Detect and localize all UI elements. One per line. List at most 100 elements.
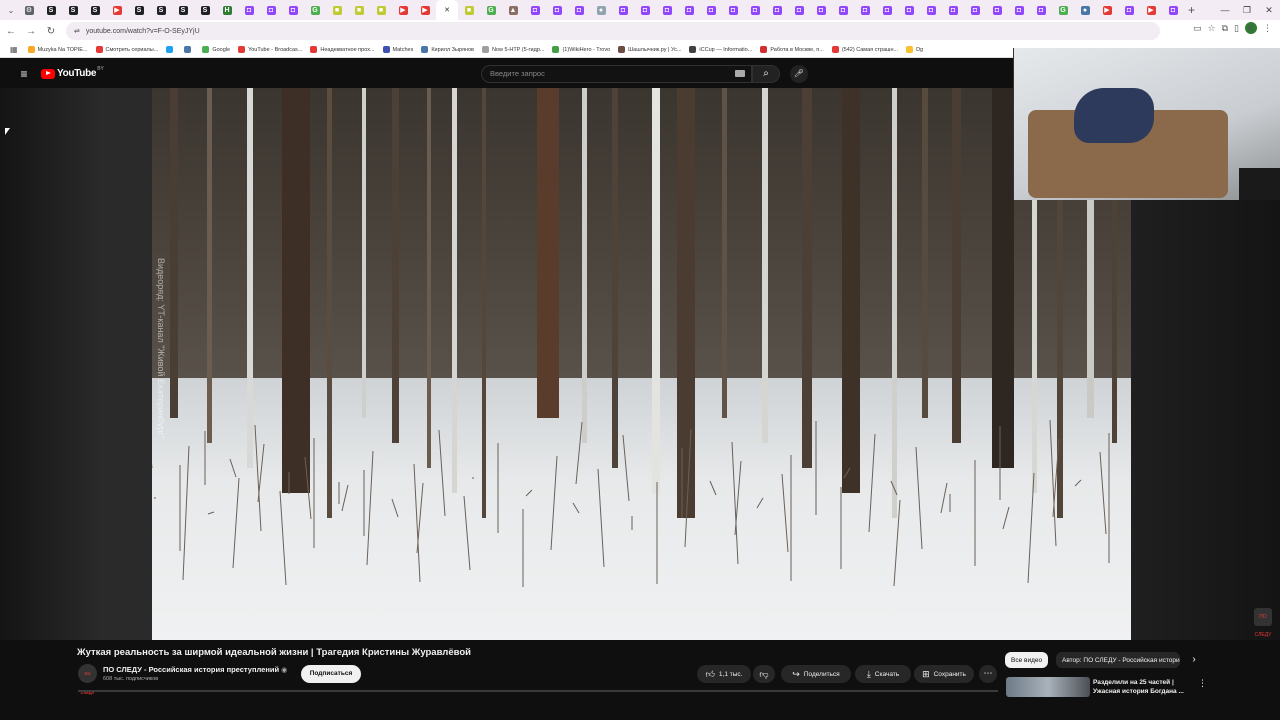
browser-tab[interactable]: ◘ — [260, 0, 282, 20]
dislike-button[interactable]: 👎︎ — [753, 665, 775, 683]
browser-tab[interactable]: ▶ — [1140, 0, 1162, 20]
bookmark-item[interactable]: Работа в Москве, п... — [760, 46, 824, 53]
video-player[interactable]: Видеоряд: YT-канал "Живой Екатеринбург" — [152, 88, 1131, 640]
bookmark-item[interactable]: Google — [202, 46, 230, 53]
browser-tab[interactable]: S — [150, 0, 172, 20]
browser-tab[interactable]: ◘ — [524, 0, 546, 20]
browser-tab[interactable]: ◘ — [854, 0, 876, 20]
reload-icon[interactable]: ↻ — [42, 22, 60, 40]
search-button[interactable]: ⌕ — [752, 65, 780, 83]
browser-tab[interactable]: S — [172, 0, 194, 20]
browser-tab[interactable]: S — [40, 0, 62, 20]
browser-tab[interactable]: ◘ — [722, 0, 744, 20]
browser-tab[interactable]: ◘ — [876, 0, 898, 20]
browser-tab[interactable]: ● — [1074, 0, 1096, 20]
browser-tab[interactable]: ◘ — [766, 0, 788, 20]
sidebar-icon[interactable]: ▯ — [1234, 23, 1239, 34]
browser-tab[interactable]: G — [304, 0, 326, 20]
chip-next-chevron-icon[interactable]: › — [1186, 652, 1202, 668]
browser-tab[interactable]: ◘ — [282, 0, 304, 20]
voice-search-button[interactable]: 🎤︎ — [790, 65, 808, 83]
chip-all-videos[interactable]: Все видео — [1005, 652, 1049, 668]
bookmark-item[interactable]: Неадекватное прох... — [310, 46, 375, 53]
save-button[interactable]: ⊞ Сохранить — [914, 665, 974, 683]
restore-icon[interactable]: ❐ — [1236, 0, 1258, 20]
bookmark-item[interactable] — [166, 46, 176, 53]
browser-tab[interactable]: ◘ — [612, 0, 634, 20]
channel-watermark-badge[interactable]: ПО СЛЕДУ — [1254, 608, 1272, 638]
browser-tab[interactable]: H — [216, 0, 238, 20]
browser-tab[interactable]: ◘ — [832, 0, 854, 20]
bookmark-star-icon[interactable]: ☆ — [1208, 23, 1216, 34]
chip-author[interactable]: Автор: ПО СЛЕДУ - Российская история пре… — [1056, 652, 1180, 668]
browser-tab[interactable]: S — [84, 0, 106, 20]
browser-tab[interactable]: ◘ — [1008, 0, 1030, 20]
tab-list-chevron-icon[interactable]: ⌄ — [4, 0, 18, 20]
browser-tab[interactable]: ■ — [458, 0, 480, 20]
browser-tab[interactable]: ◘ — [1162, 0, 1184, 20]
apps-icon[interactable]: ▦ — [10, 45, 18, 54]
browser-tab[interactable]: ◘ — [656, 0, 678, 20]
keyboard-icon[interactable] — [735, 70, 745, 77]
browser-tab[interactable]: ◘ — [810, 0, 832, 20]
browser-tab[interactable]: ◘ — [546, 0, 568, 20]
bookmark-item[interactable]: YouTube - Broadcas... — [238, 46, 302, 53]
browser-tab[interactable]: ▲ — [502, 0, 524, 20]
browser-tab[interactable]: ■ — [348, 0, 370, 20]
browser-tab[interactable]: ▶ — [1096, 0, 1118, 20]
minimize-icon[interactable]: — — [1214, 0, 1236, 20]
browser-tab[interactable]: ◘ — [1030, 0, 1052, 20]
new-tab-icon[interactable]: + — [1188, 3, 1195, 17]
address-bar[interactable]: ⇌ youtube.com/watch?v=F-O-SEyJYjU — [66, 22, 1160, 40]
channel-name[interactable]: ПО СЛЕДУ - Российская история преступлен… — [103, 665, 287, 674]
cast-icon[interactable]: ▭ — [1193, 23, 1202, 34]
menu-hamburger-icon[interactable]: ≡ — [16, 66, 32, 82]
browser-tab[interactable]: ◘ — [920, 0, 942, 20]
browser-tab[interactable]: G — [1052, 0, 1074, 20]
browser-tab[interactable]: S — [128, 0, 150, 20]
browser-tab[interactable]: ◘ — [700, 0, 722, 20]
browser-tab[interactable]: ◘ — [744, 0, 766, 20]
bookmark-item[interactable]: Muzyka Na TOPIE... — [27, 46, 88, 53]
recommended-menu-icon[interactable]: ⋮ — [1198, 678, 1207, 689]
recommended-thumbnail[interactable] — [1006, 677, 1090, 697]
close-window-icon[interactable]: ✕ — [1258, 0, 1280, 20]
browser-tab[interactable]: ◘ — [568, 0, 590, 20]
browser-tab[interactable]: ◘ — [1118, 0, 1140, 20]
browser-tab[interactable]: ■ — [326, 0, 348, 20]
browser-tab[interactable]: ◘ — [964, 0, 986, 20]
profile-avatar[interactable]: K — [1245, 22, 1257, 34]
channel-avatar[interactable]: ПО СЛЕДУ — [78, 664, 97, 695]
browser-tab[interactable]: S — [62, 0, 84, 20]
menu-dots-icon[interactable]: ⋮ — [1263, 23, 1272, 34]
bookmark-item[interactable]: Matches — [382, 46, 413, 53]
youtube-logo[interactable]: YouTube BY — [41, 66, 104, 79]
browser-tab[interactable]: ◘ — [678, 0, 700, 20]
browser-tab[interactable]: ■ — [370, 0, 392, 20]
download-button[interactable]: ⤓ Скачать — [855, 665, 911, 683]
browser-tab[interactable]: ▶ — [414, 0, 436, 20]
bookmark-item[interactable] — [184, 46, 194, 53]
bookmark-item[interactable]: Now 5-HTP (5-гидр... — [481, 46, 544, 53]
search-input[interactable]: Введите запрос — [481, 65, 752, 83]
extensions-icon[interactable]: ⧉ — [1222, 23, 1228, 34]
browser-tab[interactable]: S — [194, 0, 216, 20]
browser-tab[interactable]: ⚙ — [18, 0, 40, 20]
bookmark-item[interactable]: Смотреть сериалы... — [95, 46, 158, 53]
back-icon[interactable]: ← — [2, 22, 20, 40]
browser-tab[interactable]: ◘ — [788, 0, 810, 20]
browser-tab[interactable]: ◘ — [942, 0, 964, 20]
browser-tab[interactable]: ● — [590, 0, 612, 20]
browser-tab[interactable]: G — [480, 0, 502, 20]
recommended-title[interactable]: Разделили на 25 частей | Ужасная история… — [1093, 678, 1193, 696]
bookmark-item[interactable]: Dg — [906, 46, 923, 53]
browser-tab[interactable]: ▶ — [106, 0, 128, 20]
share-button[interactable]: ↪ Поделиться — [781, 665, 851, 683]
browser-tab[interactable]: ✕ — [436, 0, 458, 20]
subscribe-button[interactable]: Подписаться — [301, 665, 361, 683]
browser-tab[interactable]: ◘ — [986, 0, 1008, 20]
bookmark-item[interactable]: (1)WikiHero - Trovo — [552, 46, 610, 53]
bookmark-item[interactable]: (542) Самая страшн... — [831, 46, 898, 53]
browser-tab[interactable]: ◘ — [634, 0, 656, 20]
like-button[interactable]: 👍︎ 1,1 тыс. — [697, 665, 751, 683]
